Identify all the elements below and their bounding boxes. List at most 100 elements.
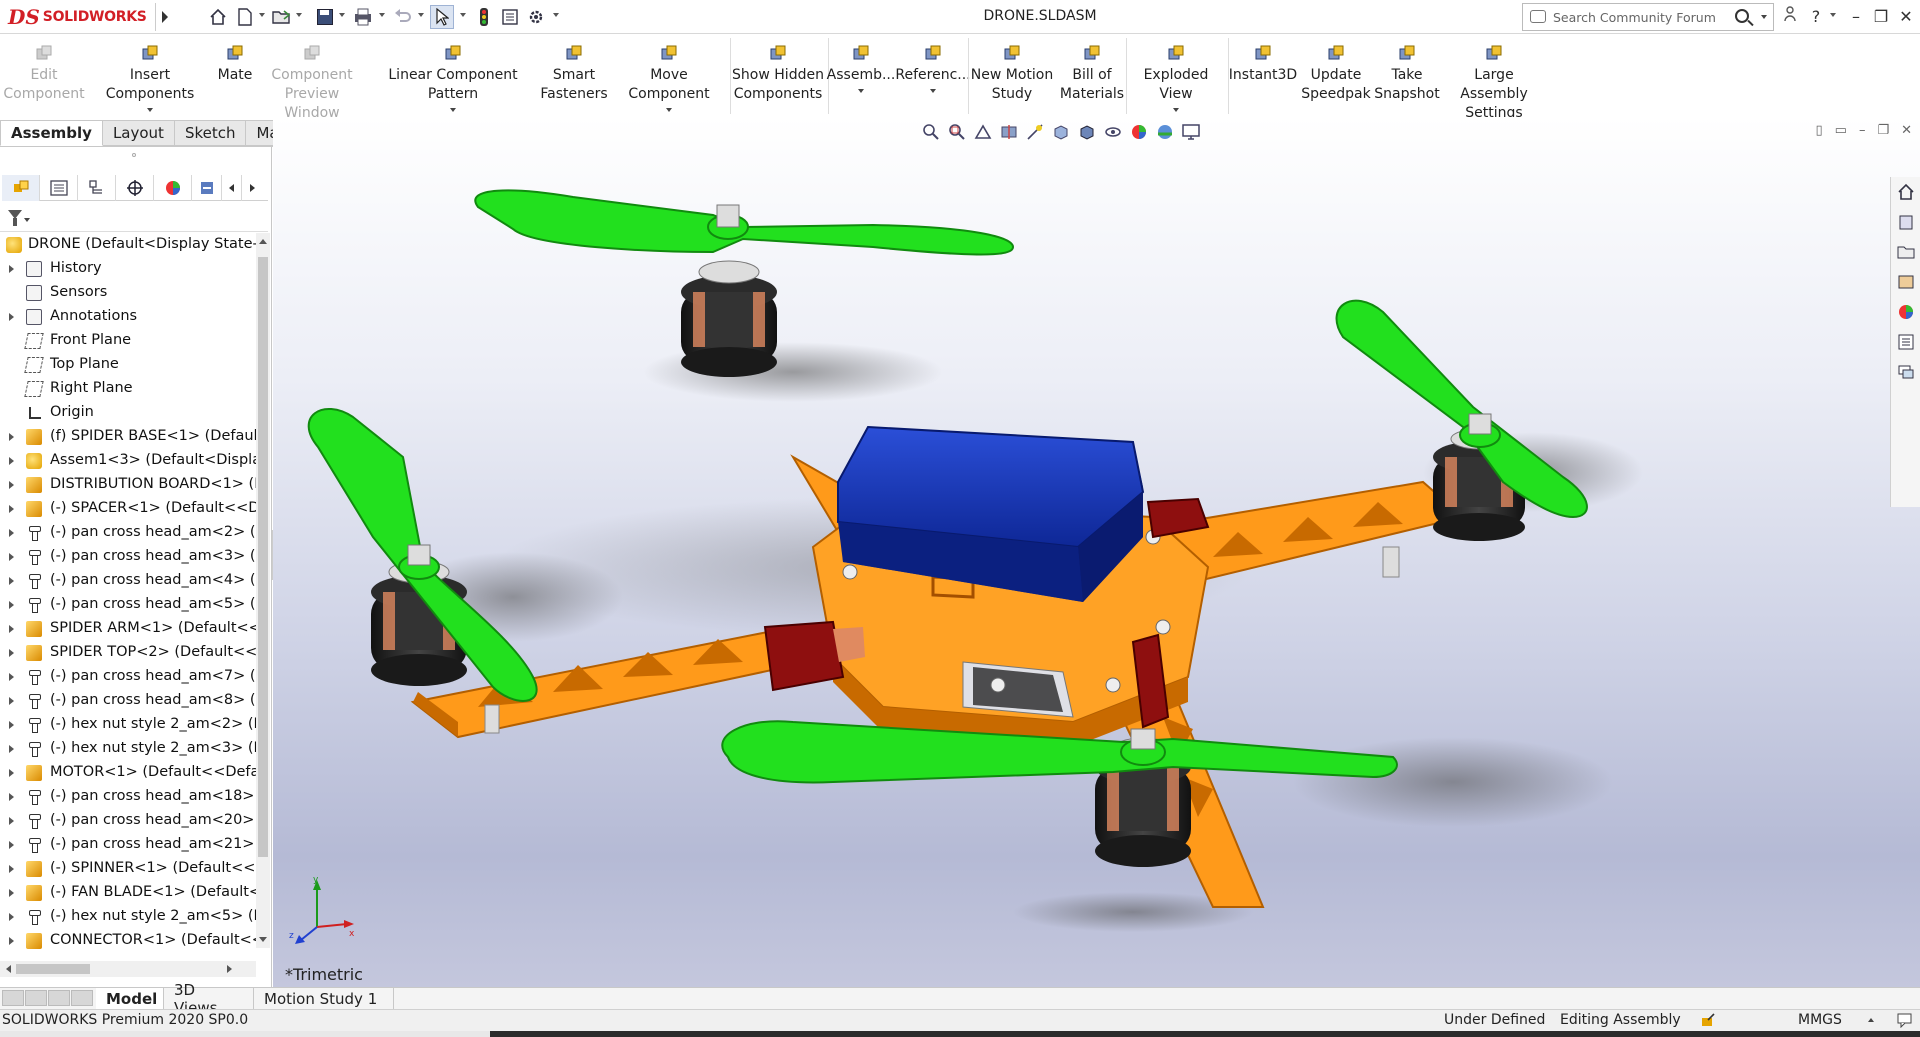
reference-button[interactable]: Referenc... <box>895 44 971 114</box>
tree-item[interactable]: SPIDER TOP<2> (Default<<De <box>0 641 256 665</box>
tree-item[interactable]: (-) hex nut style 2_am<2> (B18 <box>0 713 256 737</box>
expand-arrow-icon[interactable] <box>9 577 14 585</box>
scroll-right-icon[interactable] <box>227 965 232 973</box>
display-style-icon[interactable] <box>1077 122 1099 144</box>
component-preview-button[interactable]: Component Preview Window <box>258 44 366 121</box>
units-menu-icon[interactable] <box>1868 1018 1874 1022</box>
scroll-thumb-horizontal[interactable] <box>16 964 90 974</box>
viewport-tile-icon[interactable]: ▭ <box>1835 123 1847 138</box>
open-icon[interactable] <box>270 5 294 29</box>
zoom-to-fit-icon[interactable] <box>921 122 943 144</box>
tree-item[interactable]: History <box>0 257 256 281</box>
tree-item[interactable]: Top Plane <box>0 353 256 377</box>
tree-item[interactable]: CONNECTOR<1> (Default<<D <box>0 929 256 953</box>
tree-item[interactable]: (-) SPACER<1> (Default<<Def <box>0 497 256 521</box>
assembly-dropdown-icon[interactable] <box>858 89 864 93</box>
insert-components-dropdown-icon[interactable] <box>147 108 153 112</box>
exploded-view-dropdown-icon[interactable] <box>1173 108 1179 112</box>
last-tab-icon[interactable] <box>71 990 93 1006</box>
tree-item[interactable]: (-) hex nut style 2_am<3> (B18 <box>0 737 256 761</box>
tab-assembly[interactable]: Assembly <box>0 120 103 146</box>
select-icon[interactable] <box>430 5 454 29</box>
next-tab-icon[interactable] <box>48 990 70 1006</box>
expand-arrow-icon[interactable] <box>9 433 14 441</box>
hide-show-items-icon[interactable] <box>1103 122 1125 144</box>
view-palette-icon[interactable] <box>1897 273 1915 291</box>
expand-arrow-icon[interactable] <box>9 817 14 825</box>
expand-arrow-icon[interactable] <box>9 265 14 273</box>
new-file-icon[interactable] <box>233 5 257 29</box>
search-community-forum[interactable]: Search Community Forum <box>1522 3 1774 31</box>
expand-arrow-icon[interactable] <box>9 673 14 681</box>
tree-item[interactable]: Right Plane <box>0 377 256 401</box>
tree-item[interactable]: Front Plane <box>0 329 256 353</box>
viewport-minimize-icon[interactable]: – <box>1859 123 1866 138</box>
reference-dropdown-icon[interactable] <box>930 89 936 93</box>
tree-item[interactable]: (-) pan cross head_am<2> (B1 <box>0 521 256 545</box>
drone-model-render[interactable] <box>273 117 1920 987</box>
bottom-tab-model[interactable]: Model <box>96 988 164 1009</box>
new-motion-study-button[interactable]: New Motion Study <box>970 44 1054 114</box>
panel-collapse-handle[interactable] <box>132 153 136 157</box>
propertymanager-tab-icon[interactable] <box>40 175 78 201</box>
tree-item[interactable]: Origin <box>0 401 256 425</box>
tree-horizontal-scrollbar[interactable] <box>0 961 256 977</box>
tree-item[interactable]: (-) pan cross head_am<7> (B1 <box>0 665 256 689</box>
expand-arrow-icon[interactable] <box>9 913 14 921</box>
appearances-scenes-icon[interactable] <box>1897 303 1915 321</box>
expand-arrow-icon[interactable] <box>9 481 14 489</box>
traffic-light-icon[interactable] <box>472 5 496 29</box>
save-icon[interactable] <box>313 5 337 29</box>
prev-tab-icon[interactable] <box>25 990 47 1006</box>
expand-arrow-icon[interactable] <box>9 721 14 729</box>
tree-vertical-scrollbar[interactable] <box>256 233 270 948</box>
filter-icon[interactable] <box>8 210 22 226</box>
status-chat-icon[interactable] <box>1897 1012 1913 1032</box>
filter-dropdown-icon[interactable] <box>24 218 30 222</box>
scroll-down-icon[interactable] <box>259 937 267 942</box>
tree-filter[interactable] <box>0 204 268 232</box>
tree-root-drone[interactable]: DRONE (Default<Display State-1 <box>0 233 256 257</box>
tree-item[interactable]: MOTOR<1> (Default<<Defaul <box>0 761 256 785</box>
zoom-to-area-icon[interactable] <box>947 122 969 144</box>
expand-arrow-icon[interactable] <box>9 793 14 801</box>
linear-pattern-button[interactable]: Linear Component Pattern <box>368 44 538 114</box>
assembly-button[interactable]: Assemb... <box>827 44 895 114</box>
move-component-button[interactable]: Move Component <box>610 44 728 114</box>
bill-of-materials-button[interactable]: Bill of Materials <box>1060 44 1124 114</box>
viewport-restore-icon[interactable]: ❐ <box>1877 123 1889 138</box>
close-icon[interactable]: ✕ <box>1895 6 1917 28</box>
forum-icon[interactable] <box>1897 363 1915 381</box>
custom-properties-icon[interactable] <box>1897 333 1915 351</box>
minimize-icon[interactable]: – <box>1845 6 1867 28</box>
tree-item[interactable]: DISTRIBUTION BOARD<1> (D <box>0 473 256 497</box>
cam-tab-icon[interactable] <box>192 175 222 201</box>
featuremanager-tab-icon[interactable] <box>2 175 40 201</box>
tree-item[interactable]: (-) hex nut style 2_am<5> (B18 <box>0 905 256 929</box>
mate-button[interactable]: Mate <box>214 44 256 114</box>
expand-arrow-icon[interactable] <box>9 889 14 897</box>
viewport-split-icon[interactable]: ▯ <box>1815 123 1822 138</box>
expand-arrow-icon[interactable] <box>9 841 14 849</box>
edit-component-button[interactable]: Edit Component <box>3 44 85 114</box>
dynamic-annotation-icon[interactable] <box>1025 122 1047 144</box>
large-assembly-button[interactable]: Large Assembly Settings <box>1442 44 1546 121</box>
status-units[interactable]: MMGS <box>1798 1012 1842 1028</box>
undo-icon[interactable] <box>391 5 415 29</box>
take-snapshot-button[interactable]: Take Snapshot <box>1374 44 1440 114</box>
tree-item[interactable]: (-) pan cross head_am<3> (B1 <box>0 545 256 569</box>
solidworks-resources-icon[interactable] <box>1897 183 1915 201</box>
expand-arrow-icon[interactable] <box>9 313 14 321</box>
expand-arrow-icon[interactable] <box>9 505 14 513</box>
tree-item[interactable]: (-) pan cross head_am<8> (B1 <box>0 689 256 713</box>
tree-item[interactable]: (f) SPIDER BASE<1> (Default< <box>0 425 256 449</box>
tree-item[interactable]: (-) pan cross head_am<18> (B <box>0 785 256 809</box>
expand-arrow-icon[interactable] <box>9 769 14 777</box>
expand-arrow-icon[interactable] <box>9 745 14 753</box>
smart-fasteners-button[interactable]: Smart Fasteners <box>540 44 608 114</box>
expand-arrow-icon[interactable] <box>9 601 14 609</box>
scroll-up-icon[interactable] <box>259 239 267 244</box>
viewport-close-icon[interactable]: ✕ <box>1901 123 1912 138</box>
scroll-thumb[interactable] <box>258 257 268 857</box>
tab-layout[interactable]: Layout <box>102 120 175 146</box>
